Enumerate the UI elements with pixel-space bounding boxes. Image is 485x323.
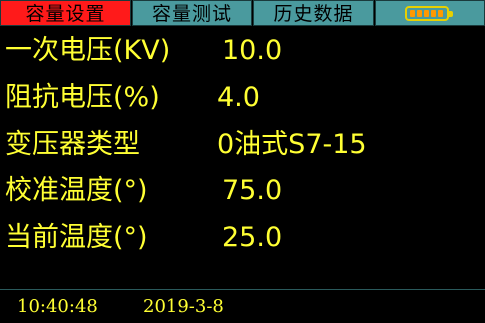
tab-capacity-settings[interactable]: 容量设置 bbox=[0, 0, 131, 26]
status-bar: 10:40:48 2019-3-8 bbox=[0, 289, 485, 323]
transformer-type-value[interactable]: 0油式S7-15 bbox=[217, 126, 367, 164]
current-temperature-value[interactable]: 25.0 bbox=[222, 219, 282, 257]
clock-time: 10:40:48 bbox=[17, 296, 98, 317]
tab-capacity-test[interactable]: 容量测试 bbox=[132, 0, 252, 26]
calibration-temperature-label: 校准温度(°) bbox=[5, 175, 148, 206]
tab-history-data[interactable]: 历史数据 bbox=[253, 0, 374, 26]
tab-bar: 容量设置 容量测试 历史数据 bbox=[0, 0, 485, 28]
current-temperature-label: 当前温度(°) bbox=[5, 222, 148, 253]
battery-tab bbox=[375, 0, 485, 26]
impedance-voltage-label: 阻抗电压(%) bbox=[5, 82, 160, 113]
primary-voltage-label: 一次电压(KV) bbox=[5, 35, 171, 66]
battery-level bbox=[410, 10, 443, 17]
calibration-temperature-value[interactable]: 75.0 bbox=[222, 172, 282, 210]
battery-icon bbox=[405, 6, 453, 21]
impedance-voltage-value[interactable]: 4.0 bbox=[217, 79, 260, 117]
primary-voltage-value[interactable]: 10.0 bbox=[222, 32, 282, 70]
clock-date: 2019-3-8 bbox=[143, 296, 224, 317]
transformer-type-label: 变压器类型 bbox=[5, 129, 140, 160]
